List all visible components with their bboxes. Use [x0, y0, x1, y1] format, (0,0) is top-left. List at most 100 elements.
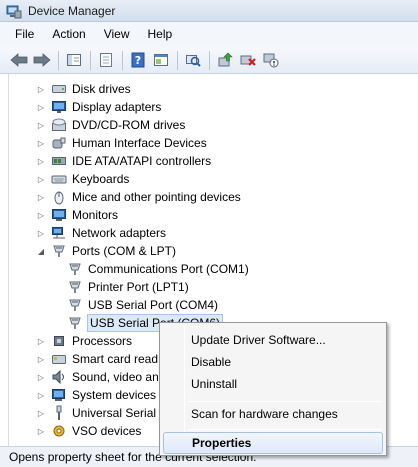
- window-title: Device Manager: [28, 3, 116, 18]
- help-icon: ?: [131, 52, 145, 68]
- tree-item-label: Disk drives: [72, 82, 131, 96]
- context-scan-hardware[interactable]: Scan for hardware changes: [163, 403, 383, 425]
- show-hide-tree-icon: [67, 54, 81, 66]
- expand-arrow-icon[interactable]: ▷: [36, 332, 46, 350]
- tree-item-label: Human Interface Devices: [72, 136, 207, 150]
- port-icon: [69, 299, 81, 311]
- uninstall-icon: [240, 55, 256, 66]
- tree-item-com1[interactable]: Communications Port (COM1): [67, 260, 250, 278]
- expand-arrow-icon[interactable]: ▷: [36, 224, 46, 242]
- expand-arrow-icon[interactable]: ▷: [36, 404, 46, 422]
- show-hide-tree-button[interactable]: [63, 49, 85, 71]
- help-button[interactable]: ?: [127, 49, 149, 71]
- expand-arrow-icon[interactable]: ▷: [36, 206, 46, 224]
- disable-button[interactable]: [260, 49, 282, 71]
- tree-item-label: Sound, video an: [72, 370, 159, 384]
- toolbar-separator: [209, 50, 210, 70]
- context-disable[interactable]: Disable: [163, 351, 383, 373]
- system-device-icon: [52, 389, 65, 401]
- tree-item-ports[interactable]: ◢ Ports (COM & LPT): [36, 242, 177, 260]
- expand-arrow-icon[interactable]: ▷: [36, 170, 46, 188]
- tree-item-usb[interactable]: ▷ Universal Serial I: [36, 404, 164, 422]
- disable-icon: [263, 53, 279, 68]
- network-adapter-icon: [52, 227, 65, 239]
- scan-button[interactable]: [182, 49, 204, 71]
- forward-button[interactable]: [31, 49, 53, 71]
- tree-item-mice[interactable]: ▷ Mice and other pointing devices: [36, 188, 242, 206]
- expand-arrow-icon[interactable]: ▷: [36, 350, 46, 368]
- tree-item-keyboards[interactable]: ▷ Keyboards: [36, 170, 130, 188]
- port-icon: [69, 317, 81, 329]
- expand-arrow-icon[interactable]: ▷: [36, 188, 46, 206]
- expand-arrow-icon[interactable]: ▷: [36, 422, 46, 440]
- scan-icon: [186, 55, 201, 67]
- port-icon: [69, 281, 81, 293]
- context-uninstall[interactable]: Uninstall: [163, 373, 383, 395]
- menu-action[interactable]: Action: [43, 22, 94, 47]
- tree-item-label: Keyboards: [72, 172, 130, 186]
- tree-item-hid[interactable]: ▷ Human Interface Devices: [36, 134, 208, 152]
- tree-item-dvd-drives[interactable]: ▷ DVD/CD-ROM drives: [36, 116, 186, 134]
- context-update-driver[interactable]: Update Driver Software...: [163, 329, 383, 351]
- monitor-icon: [52, 209, 66, 221]
- context-menu-separator: [188, 429, 382, 430]
- expand-arrow-icon[interactable]: ▷: [36, 98, 46, 116]
- expand-arrow-icon[interactable]: ▷: [36, 152, 46, 170]
- sound-icon: [52, 369, 64, 385]
- toolbar-separator: [177, 50, 178, 70]
- tree-item-sound[interactable]: ▷ Sound, video an: [36, 368, 160, 386]
- console-button[interactable]: [150, 49, 172, 71]
- display-adapter-icon: [52, 101, 66, 113]
- tree-item-ide-controllers[interactable]: ▷ IDE ATA/ATAPI controllers: [36, 152, 212, 170]
- expand-arrow-icon[interactable]: ▷: [36, 368, 46, 386]
- vso-icon: [53, 425, 65, 437]
- context-menu: Update Driver Software... Disable Uninst…: [159, 322, 387, 456]
- processor-icon: [54, 336, 64, 346]
- dvd-drive-icon: [52, 118, 66, 131]
- tree-item-network-adapters[interactable]: ▷ Network adapters: [36, 224, 167, 242]
- tree-item-monitors[interactable]: ▷ Monitors: [36, 206, 119, 224]
- tree-item-label: Ports (COM & LPT): [72, 244, 177, 258]
- tree-item-display-adapters[interactable]: ▷ Display adapters: [36, 98, 162, 116]
- port-icon: [53, 245, 65, 257]
- tree-item-disk-drives[interactable]: ▷ Disk drives: [36, 80, 132, 98]
- tree-item-label: Processors: [72, 334, 133, 348]
- menu-view[interactable]: View: [95, 22, 139, 47]
- expand-arrow-icon[interactable]: ▷: [36, 386, 46, 404]
- tree-item-com4[interactable]: USB Serial Port (COM4): [67, 296, 219, 314]
- update-driver-icon: [218, 52, 233, 67]
- tree-item-lpt1[interactable]: Printer Port (LPT1): [67, 278, 190, 296]
- tree-item-label: Communications Port (COM1): [88, 262, 249, 276]
- tree-item-processors[interactable]: ▷ Processors: [36, 332, 133, 350]
- tree-item-label: Display adapters: [72, 100, 162, 114]
- context-menu-separator: [188, 401, 382, 402]
- tree-item-label: IDE ATA/ATAPI controllers: [72, 154, 212, 168]
- toolbar-separator: [90, 50, 91, 70]
- tree-item-label: System devices: [72, 388, 157, 402]
- disk-drive-icon: [52, 85, 66, 93]
- tree-item-label: USB Serial Port (COM4): [88, 298, 219, 312]
- collapse-arrow-icon[interactable]: ◢: [36, 242, 46, 260]
- keyboard-icon: [51, 175, 67, 184]
- menu-help[interactable]: Help: [139, 22, 182, 47]
- menu-file[interactable]: File: [6, 22, 43, 47]
- tree-item-vso-devices[interactable]: ▷ VSO devices: [36, 422, 142, 440]
- properties-button[interactable]: [95, 49, 117, 71]
- tree-item-label: Universal Serial I: [72, 406, 163, 420]
- update-driver-button[interactable]: [214, 49, 236, 71]
- context-properties[interactable]: Properties: [163, 432, 383, 454]
- uninstall-button[interactable]: [237, 49, 259, 71]
- tree-item-system-devices[interactable]: ▷ System devices: [36, 386, 157, 404]
- tree-item-label: Smart card read: [72, 352, 159, 366]
- tree-item-smart-card[interactable]: ▷ Smart card read: [36, 350, 159, 368]
- back-button[interactable]: [8, 49, 30, 71]
- expand-arrow-icon[interactable]: ▷: [36, 80, 46, 98]
- back-icon: [10, 53, 28, 67]
- title-bar: Device Manager: [0, 0, 418, 22]
- properties-icon: [100, 53, 112, 67]
- expand-arrow-icon[interactable]: ▷: [36, 134, 46, 152]
- expand-arrow-icon[interactable]: ▷: [36, 116, 46, 134]
- tree-item-label: DVD/CD-ROM drives: [72, 118, 186, 132]
- toolbar: ?: [0, 47, 418, 74]
- port-icon: [69, 263, 81, 275]
